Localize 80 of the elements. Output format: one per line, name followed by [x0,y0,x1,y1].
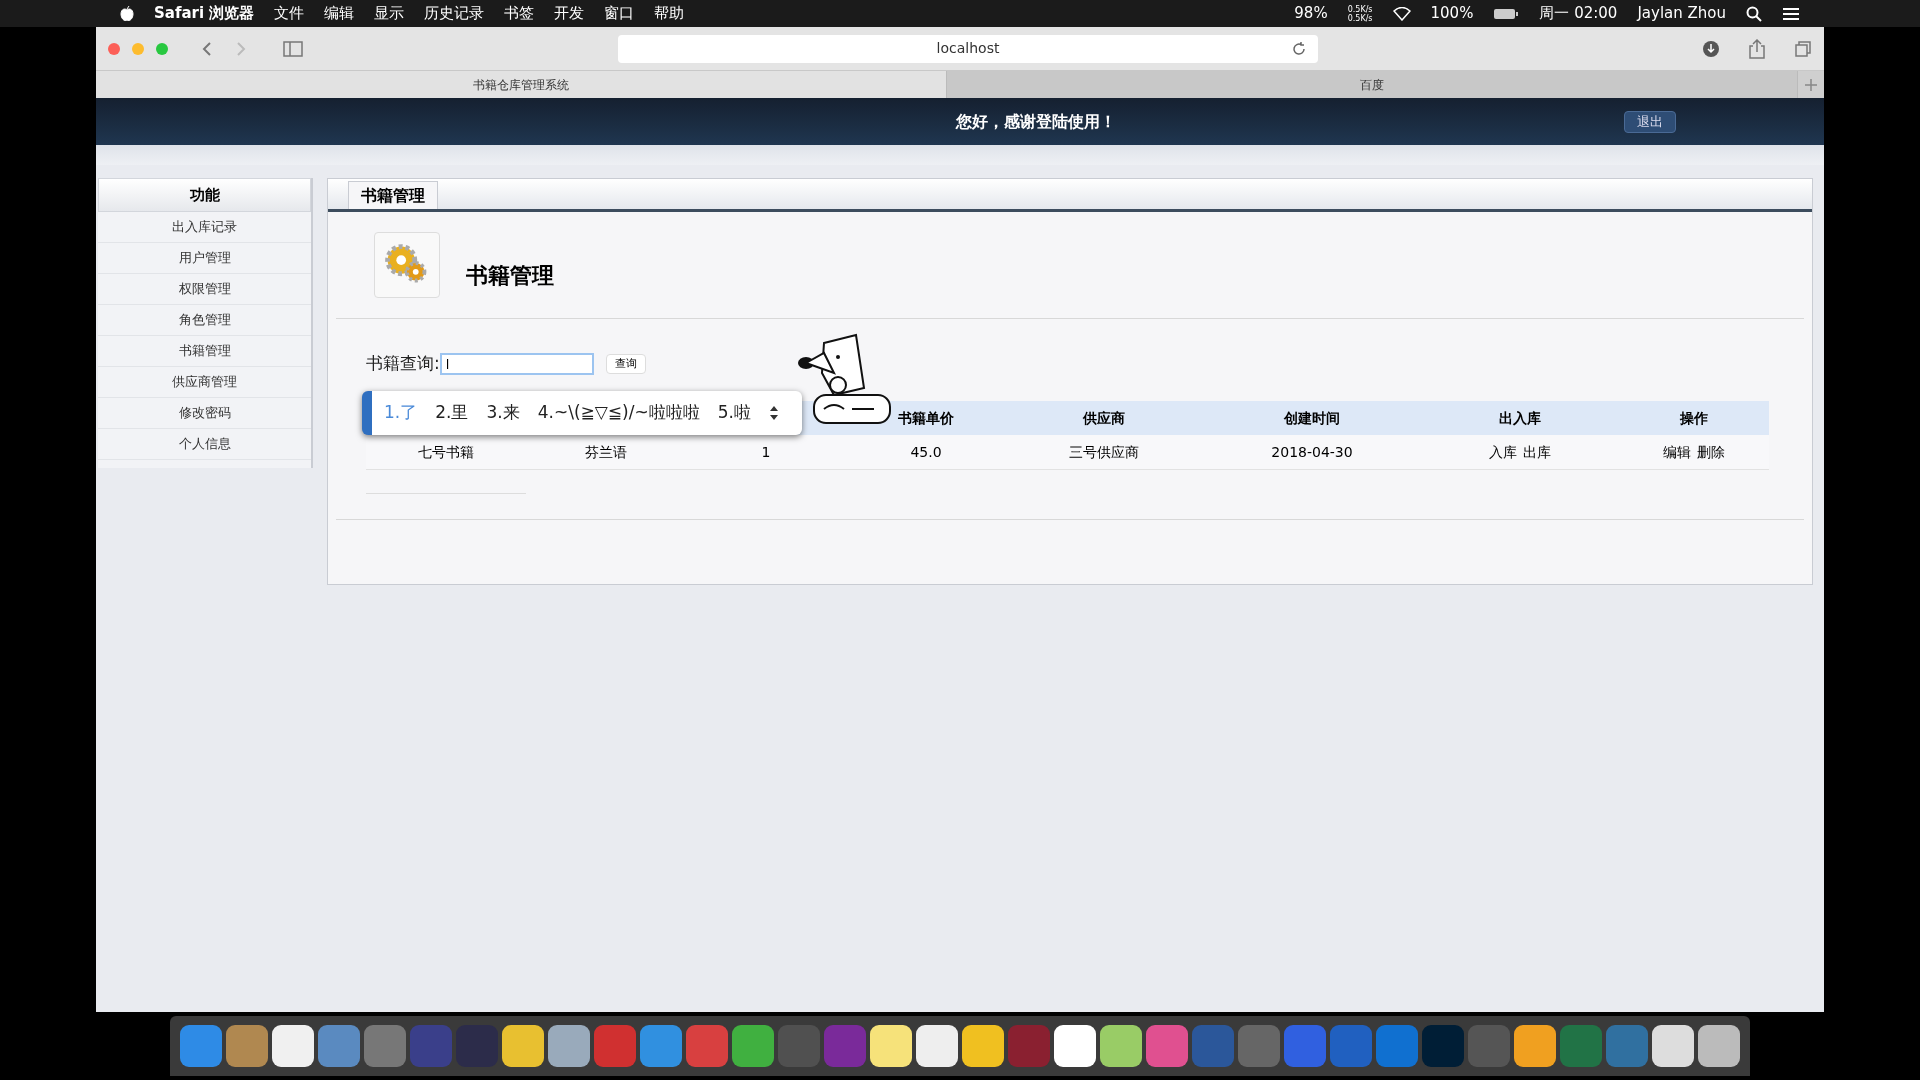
search-field[interactable]: l [439,353,594,375]
app-icon[interactable] [870,1025,912,1067]
address-bar[interactable]: localhost [618,34,1318,63]
sidebar-item[interactable]: 角色管理 [98,305,311,336]
sidebar-item[interactable]: 用户管理 [98,243,311,274]
clock[interactable]: 周一 02:00 [1539,2,1618,25]
search-button[interactable]: 查询 [605,354,646,374]
sidebar-item[interactable]: 个人信息 [98,429,311,460]
app-icon[interactable] [1698,1025,1740,1067]
browser-tab[interactable]: 书籍仓库管理系统 [96,71,947,98]
ime-candidate[interactable]: 3.来 [486,400,520,426]
stock-link[interactable]: 出库 [1523,441,1551,463]
battery-percent: 100% [1430,3,1474,25]
user-name[interactable]: Jaylan Zhou [1637,2,1726,25]
column-header: 供应商 [1082,408,1126,428]
column-header: 出入库 [1498,408,1542,428]
app-icon[interactable] [916,1025,958,1067]
menu-item[interactable]: 历史记录 [424,2,485,25]
upload-speed: 0.5K/s [1347,4,1373,14]
zoom-button[interactable] [156,42,168,55]
share-icon[interactable] [1748,38,1766,59]
page-title: 书籍管理 [466,261,554,290]
logout-button[interactable]: 退出 [1624,110,1676,133]
sidebar-item[interactable]: 出入库记录 [98,212,311,243]
app-icon[interactable] [502,1025,544,1067]
sidebar-item[interactable]: 供应商管理 [98,367,311,398]
up-down-arrows-icon[interactable] [768,405,779,421]
app-icon[interactable] [1652,1025,1694,1067]
menu-item[interactable]: 编辑 [324,2,355,25]
sidebar-item[interactable]: 修改密码 [98,398,311,429]
panel-tab[interactable]: 书籍管理 [348,181,438,209]
app-icon[interactable] [272,1025,314,1067]
battery-icon[interactable] [1493,7,1520,20]
table-cell-text: 1 [760,442,772,462]
reload-icon[interactable] [1292,41,1306,56]
new-tab-icon[interactable] [1805,78,1817,91]
menu-item[interactable]: 显示 [374,2,405,25]
table-cell-text: 2018-04-30 [1270,442,1354,462]
app-icon[interactable] [1054,1025,1096,1067]
ime-candidate[interactable]: 5.啦 [717,400,751,426]
sidebar-title: 功能 [98,178,311,212]
stock-link[interactable]: 入库 [1489,441,1517,463]
browser-tab[interactable]: 百度 [947,71,1798,98]
download-icon[interactable] [1702,39,1720,58]
menu-item[interactable]: 帮助 [654,2,685,25]
app-icon[interactable] [548,1025,590,1067]
menu-app-name[interactable]: Safari 浏览器 [154,2,255,25]
menu-item[interactable]: 文件 [274,2,305,25]
column-header: 创建时间 [1283,408,1341,428]
apple-icon[interactable] [120,5,134,22]
app-icon[interactable] [962,1025,1004,1067]
menu-item[interactable]: 书签 [504,2,535,25]
search-icon[interactable] [1746,5,1762,22]
column-header: 操作 [1678,408,1709,428]
close-button[interactable] [108,42,120,55]
wifi-icon[interactable] [1392,6,1411,21]
action-link[interactable]: 编辑 [1662,441,1691,463]
table-cell-text: 三号供应商 [1068,442,1140,462]
search-label: 书籍查询: [366,352,440,376]
table-cell-text: 45.0 [909,442,943,462]
table-cell-text: 七号书籍 [417,442,475,462]
sidebar-item[interactable]: 书籍管理 [98,336,311,367]
column-header: 书籍单价 [897,408,955,428]
action-link[interactable]: 删除 [1696,441,1725,463]
greeting-text: 您好，感谢登陆使用！ [956,110,1116,133]
table-cell-text: 芬兰语 [584,442,628,462]
ime-candidate[interactable]: 2.里 [435,400,469,426]
list-icon[interactable] [1782,6,1800,21]
battery-reading: 98% [1294,3,1328,25]
menu-item[interactable]: 开发 [554,2,585,25]
download-speed: 0.5K/s [1347,13,1373,23]
gear-icon [374,232,440,298]
sidebar-item[interactable]: 权限管理 [98,274,311,305]
app-icon[interactable] [1514,1025,1556,1067]
tabs-icon[interactable] [1794,39,1812,58]
ime-candidate[interactable]: 4.~\(≧▽≦)/~啦啦啦 [537,400,700,426]
sidebar-icon[interactable] [280,39,306,58]
ime-candidate[interactable]: 1.了 [384,400,418,426]
app-icon[interactable] [1100,1025,1142,1067]
menu-item[interactable]: 窗口 [604,2,635,25]
